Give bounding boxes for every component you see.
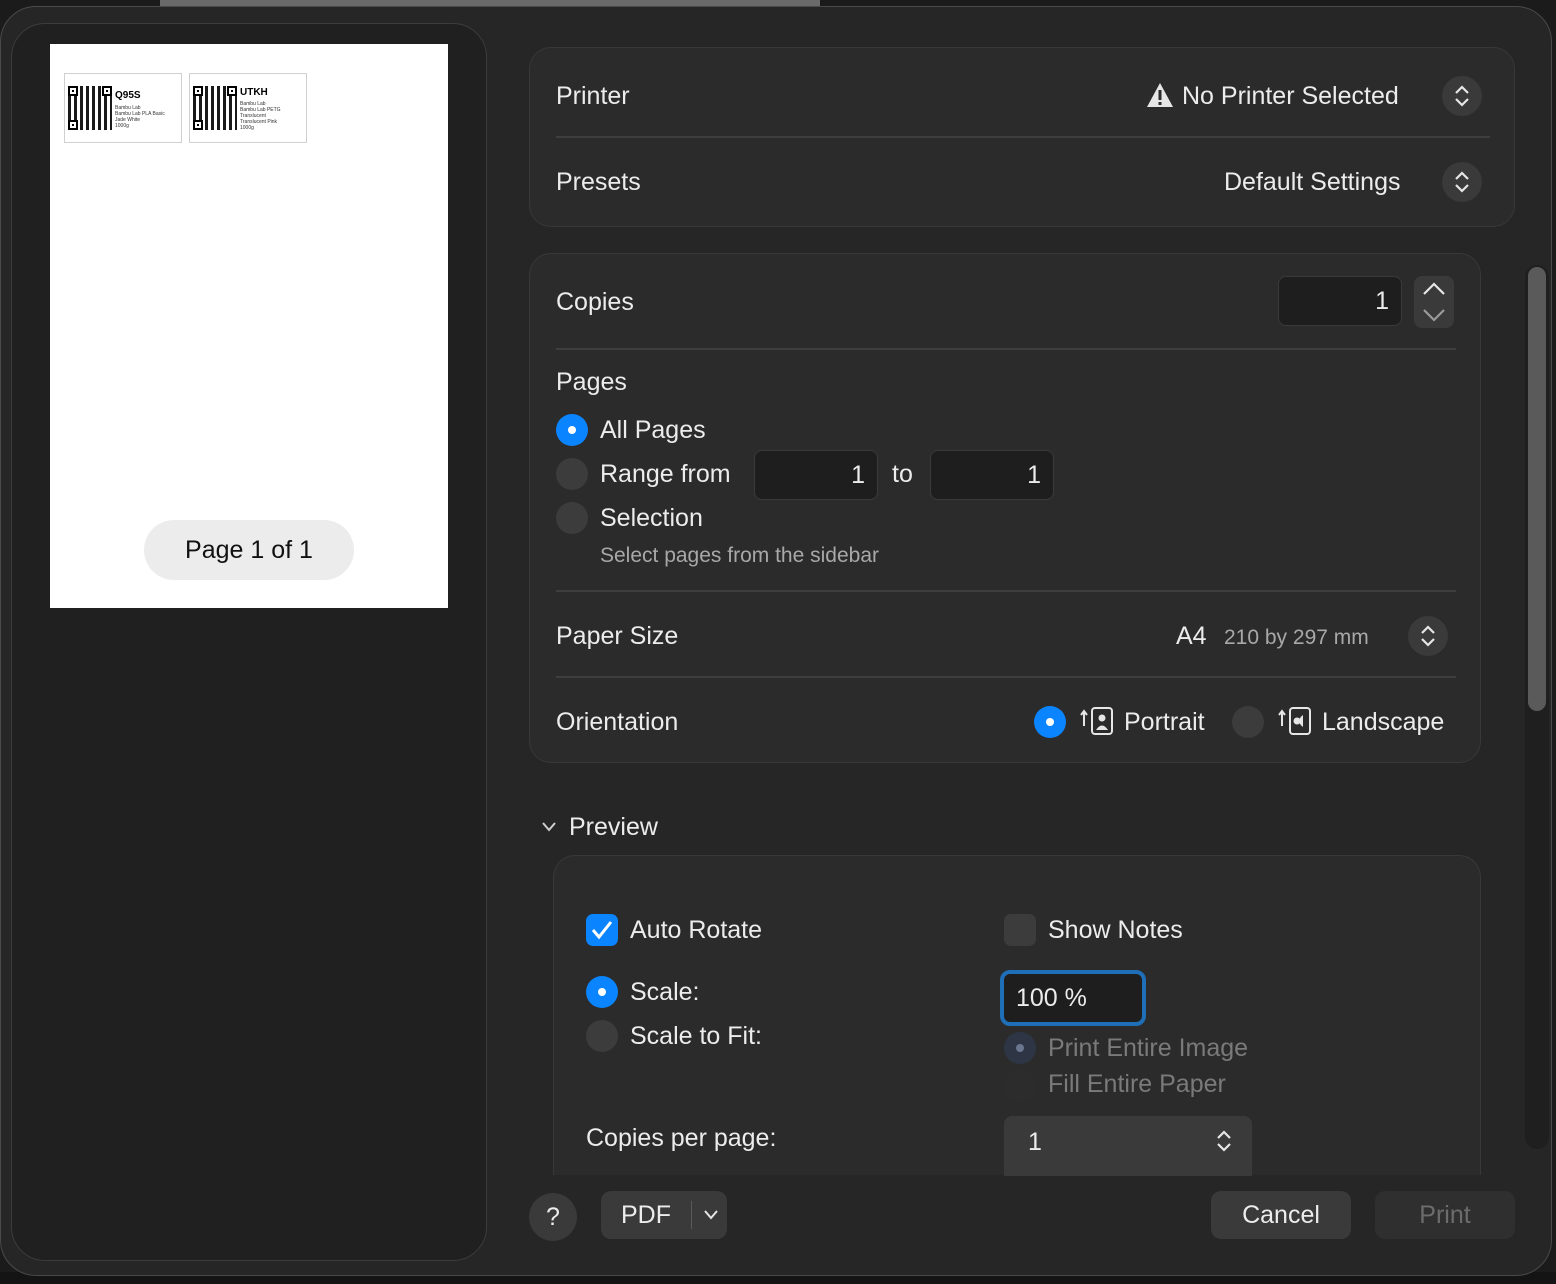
pages-label: Pages <box>556 368 627 396</box>
landscape-label[interactable]: Landscape <box>1322 708 1444 737</box>
scrollbar-thumb[interactable] <box>1528 267 1546 711</box>
fill-entire-paper-radio <box>1004 1070 1036 1102</box>
print-button[interactable]: Print <box>1375 1191 1515 1239</box>
filament-label: Q95S Bambu Lab Bambu Lab PLA Basic Jade … <box>64 73 182 143</box>
label-line: 1000g <box>240 125 254 131</box>
printer-label: Printer <box>556 82 630 110</box>
chevron-down-icon <box>704 1210 718 1220</box>
scale-radio[interactable] <box>586 976 618 1008</box>
print-options-panel: Copies 1 Pages All Pages Range from 1 to… <box>529 253 1481 763</box>
range-from-label[interactable]: Range from <box>600 460 731 489</box>
printer-select-button[interactable] <box>1442 76 1482 116</box>
help-button[interactable]: ? <box>529 1193 577 1241</box>
filament-label: UTKH Bambu Lab Bambu Lab PETG Translucen… <box>189 73 307 143</box>
copies-stepper[interactable] <box>1414 276 1454 328</box>
presets-label: Presets <box>556 168 641 196</box>
copies-per-page-value: 1 <box>1028 1128 1042 1156</box>
chevron-up-down-icon <box>1421 625 1435 647</box>
show-notes-checkbox[interactable] <box>1004 914 1036 946</box>
chevron-down-icon[interactable] <box>1422 308 1446 322</box>
checkmark-icon <box>591 921 613 940</box>
copies-per-page-select[interactable]: 1 <box>1004 1116 1252 1176</box>
copies-input[interactable]: 1 <box>1278 276 1402 326</box>
chevron-down-icon[interactable] <box>541 821 557 833</box>
copies-label: Copies <box>556 288 634 316</box>
printer-presets-panel: Printer No Printer Selected Presets Defa… <box>529 47 1515 227</box>
scale-value: 100 % <box>1016 984 1087 1012</box>
selection-hint: Select pages from the sidebar <box>600 544 879 567</box>
print-dialog: Q95S Bambu Lab Bambu Lab PLA Basic Jade … <box>0 6 1552 1276</box>
range-radio[interactable] <box>556 458 588 490</box>
range-to-label: to <box>892 460 913 488</box>
portrait-label[interactable]: Portrait <box>1124 708 1205 737</box>
paper-size-detail[interactable]: 210 by 297 mm <box>1224 626 1369 650</box>
presets-select-button[interactable] <box>1442 162 1482 202</box>
pdf-menu-button[interactable]: PDF <box>601 1191 727 1239</box>
page-thumbnail[interactable]: Q95S Bambu Lab Bambu Lab PLA Basic Jade … <box>50 44 448 608</box>
warning-icon <box>1147 83 1173 107</box>
presets-value[interactable]: Default Settings <box>1224 168 1401 197</box>
preview-section-title[interactable]: Preview <box>569 813 658 842</box>
auto-rotate-checkbox[interactable] <box>586 914 618 946</box>
scale-label[interactable]: Scale: <box>630 978 699 1007</box>
chevron-up-down-icon <box>1455 85 1469 107</box>
selection-label[interactable]: Selection <box>600 504 703 533</box>
paper-size-value[interactable]: A4 <box>1176 622 1207 651</box>
landscape-orientation-icon <box>1278 707 1311 735</box>
preview-options-panel: Auto Rotate Show Notes Scale: 100 % Scal… <box>553 855 1481 1176</box>
label-id: Q95S <box>115 90 141 101</box>
range-start-input[interactable]: 1 <box>754 450 878 500</box>
range-end-input[interactable]: 1 <box>930 450 1054 500</box>
paper-size-label: Paper Size <box>556 622 679 650</box>
all-pages-label[interactable]: All Pages <box>600 416 706 445</box>
chevron-up-icon[interactable] <box>1422 282 1446 296</box>
copies-per-page-label: Copies per page: <box>586 1124 777 1152</box>
scale-to-fit-radio[interactable] <box>586 1020 618 1052</box>
selection-radio[interactable] <box>556 502 588 534</box>
print-entire-image-label: Print Entire Image <box>1048 1034 1249 1062</box>
portrait-orientation-icon <box>1080 707 1113 735</box>
page-indicator: Page 1 of 1 <box>144 520 354 580</box>
chevron-up-down-icon <box>1455 171 1469 193</box>
label-line: 1000g <box>115 123 129 129</box>
chevron-up-down-icon <box>1217 1130 1231 1152</box>
auto-rotate-label[interactable]: Auto Rotate <box>630 916 762 945</box>
printer-value[interactable]: No Printer Selected <box>1182 82 1399 111</box>
landscape-radio[interactable] <box>1232 706 1264 738</box>
scale-input[interactable]: 100 % <box>1000 970 1146 1026</box>
scale-to-fit-label[interactable]: Scale to Fit: <box>630 1022 762 1051</box>
print-entire-image-radio <box>1004 1032 1036 1064</box>
show-notes-label[interactable]: Show Notes <box>1048 916 1183 945</box>
cancel-button[interactable]: Cancel <box>1211 1191 1351 1239</box>
portrait-radio[interactable] <box>1034 706 1066 738</box>
label-id: UTKH <box>240 87 268 98</box>
preview-sidebar[interactable]: Q95S Bambu Lab Bambu Lab PLA Basic Jade … <box>11 23 487 1261</box>
pdf-label: PDF <box>621 1201 671 1229</box>
all-pages-radio[interactable] <box>556 414 588 446</box>
orientation-label: Orientation <box>556 708 679 736</box>
fill-entire-paper-label: Fill Entire Paper <box>1048 1070 1226 1098</box>
paper-size-select-button[interactable] <box>1408 616 1448 656</box>
